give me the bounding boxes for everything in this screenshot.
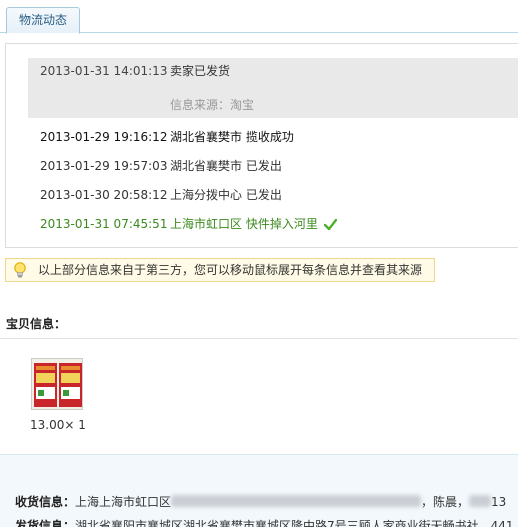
entry-time: 2013-01-29 19:57:03 (40, 159, 168, 173)
entry-time: 2013-01-29 19:16:12 (40, 130, 168, 144)
logistics-panel: 2013-01-31 14:01:13 卖家已发货 信息来源：淘宝 2013-01… (5, 43, 518, 248)
entry-time: 2013-01-31 07:45:51 (40, 217, 168, 231)
entry-message: 湖北省襄樊市 揽收成功 (170, 130, 294, 144)
tab-bar: 物流动态 (0, 0, 518, 34)
item-section-title: 宝贝信息： (6, 317, 67, 331)
ship-label: 发货信息： (15, 519, 76, 527)
logistics-entry-first[interactable]: 2013-01-31 14:01:13 卖家已发货 (40, 62, 230, 80)
tab-logistics[interactable]: 物流动态 (6, 7, 81, 34)
logistics-entry[interactable]: 2013-01-29 19:57:03 湖北省襄樊市 已发出 (40, 157, 282, 175)
receive-info: 收货信息：上海上海市虹口区 ，陈晨， 13 (15, 493, 506, 511)
receive-end: 13 (491, 495, 507, 509)
item-thumbnail[interactable] (31, 358, 83, 410)
entry-message: 上海分拨中心 已发出 (170, 188, 282, 202)
entry-message: 卖家已发货 (170, 64, 231, 78)
address-box: 收货信息：上海上海市虹口区 ，陈晨， 13 发货信息：湖北省襄阳市襄城区湖北省襄樊市… (0, 454, 518, 527)
entry-message: 上海市虹口区 快件掉入河里 (170, 217, 318, 231)
logistics-entry[interactable]: 2013-01-29 19:16:12 湖北省襄樊市 揽收成功 (40, 128, 294, 146)
section-divider (0, 338, 518, 339)
receive-label: 收货信息： (15, 495, 76, 509)
entry-time: 2013-01-31 14:01:13 (40, 64, 168, 78)
entry-time: 2013-01-30 20:58:12 (40, 188, 168, 202)
check-icon (323, 219, 337, 230)
entry-source: 信息来源：淘宝 (170, 98, 255, 112)
item-price-qty: 13.00× 1 (30, 418, 86, 432)
ship-info: 发货信息：湖北省襄阳市襄城区湖北省襄樊市襄城区隆中路7号三顾人家商业街天畅书社，… (15, 517, 514, 527)
entry-message: 湖北省襄樊市 已发出 (170, 159, 282, 173)
receive-value: 上海上海市虹口区 (75, 495, 172, 509)
lightbulb-icon (14, 262, 26, 278)
ship-value: 湖北省襄阳市襄城区湖北省襄樊市襄城区隆中路7号三顾人家商业街天畅书社， (75, 519, 491, 527)
logistics-entry[interactable]: 2013-01-30 20:58:12 上海分拨中心 已发出 (40, 186, 282, 204)
redacted-address (171, 495, 422, 507)
tip-text: 以上部分信息来自于第三方，您可以移动鼠标展开每条信息并查看其来源 (38, 263, 423, 277)
third-party-tip: 以上部分信息来自于第三方，您可以移动鼠标展开每条信息并查看其来源 (5, 258, 435, 282)
redacted-phone (469, 495, 492, 507)
logistics-entry-latest[interactable]: 2013-01-31 07:45:51 上海市虹口区 快件掉入河里 (40, 215, 337, 233)
product-image (32, 359, 82, 409)
ship-end: 441 (490, 519, 514, 527)
receive-name: ，陈晨， (421, 495, 470, 509)
